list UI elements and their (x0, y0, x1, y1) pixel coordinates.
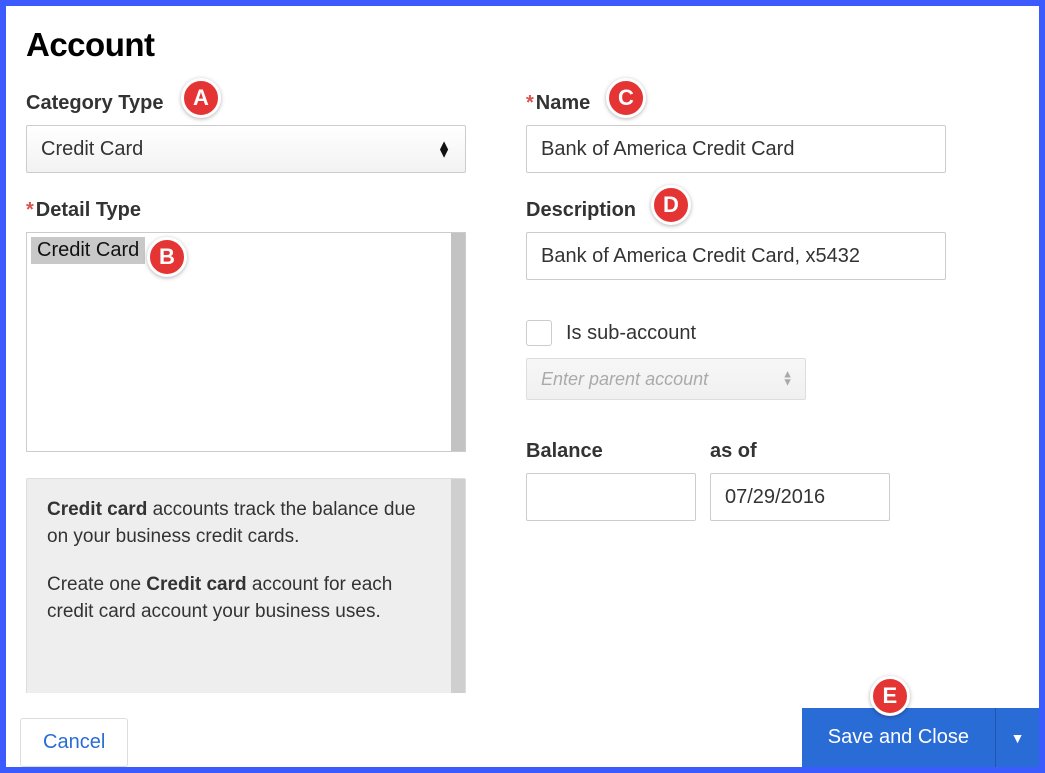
detail-type-hint: Credit card accounts track the balance d… (26, 478, 466, 693)
asof-input[interactable] (710, 473, 890, 521)
page-title: Account (26, 26, 1019, 64)
name-input[interactable] (526, 125, 946, 173)
sub-account-label: Is sub-account (566, 322, 696, 345)
dialog-footer: Cancel E Save and Close ▼ (6, 693, 1039, 767)
listbox-scrollbar[interactable] (451, 233, 465, 451)
save-button-group: E Save and Close ▼ (802, 708, 1039, 767)
annotation-badge-d: D (651, 185, 691, 225)
parent-account-placeholder: Enter parent account (541, 369, 708, 390)
select-arrows-icon: ▲▼ (782, 371, 793, 386)
detail-type-field: Detail Type Credit Card B (26, 199, 466, 452)
description-label: Description (526, 199, 946, 222)
category-type-label: Category Type (26, 92, 466, 115)
sub-account-row: Is sub-account (526, 320, 946, 346)
left-column: A Category Type Credit Card ▲▼ Detail Ty… (26, 92, 466, 693)
hint-scrollbar[interactable] (451, 479, 465, 693)
chevron-down-icon: ▼ (1011, 730, 1025, 746)
annotation-badge-e: E (870, 676, 910, 716)
hint-paragraph-1: Credit card accounts track the balance d… (47, 497, 445, 550)
balance-input[interactable] (526, 473, 696, 521)
category-type-field: A Category Type Credit Card ▲▼ (26, 92, 466, 173)
category-type-select[interactable]: Credit Card ▲▼ (26, 125, 466, 173)
category-type-value: Credit Card (41, 138, 143, 161)
description-field: D Description (526, 199, 946, 280)
detail-type-item[interactable]: Credit Card (31, 237, 145, 264)
sub-account-field: Is sub-account Enter parent account ▲▼ (526, 320, 946, 400)
save-dropdown-button[interactable]: ▼ (995, 708, 1039, 767)
asof-label: as of (710, 440, 890, 463)
balance-label: Balance (526, 440, 696, 463)
form-columns: A Category Type Credit Card ▲▼ Detail Ty… (26, 92, 1019, 693)
cancel-button[interactable]: Cancel (20, 718, 128, 767)
parent-account-select[interactable]: Enter parent account ▲▼ (526, 358, 806, 400)
description-input[interactable] (526, 232, 946, 280)
save-and-close-button[interactable]: Save and Close (802, 708, 995, 767)
dialog-body: Account A Category Type Credit Card ▲▼ D… (6, 6, 1039, 693)
name-field: C Name (526, 92, 946, 173)
annotation-badge-b: B (147, 237, 187, 277)
right-column: C Name D Description Is sub-account Ente (526, 92, 946, 693)
select-arrows-icon: ▲▼ (437, 141, 451, 158)
annotation-badge-c: C (606, 78, 646, 118)
detail-type-label: Detail Type (26, 199, 466, 222)
name-label: Name (526, 92, 946, 115)
balance-field: Balance as of (526, 440, 946, 521)
hint-paragraph-2: Create one Credit card account for each … (47, 572, 445, 625)
annotation-badge-a: A (181, 78, 221, 118)
sub-account-checkbox[interactable] (526, 320, 552, 346)
detail-type-listbox[interactable]: Credit Card B (26, 232, 466, 452)
account-dialog: Account A Category Type Credit Card ▲▼ D… (6, 6, 1039, 767)
